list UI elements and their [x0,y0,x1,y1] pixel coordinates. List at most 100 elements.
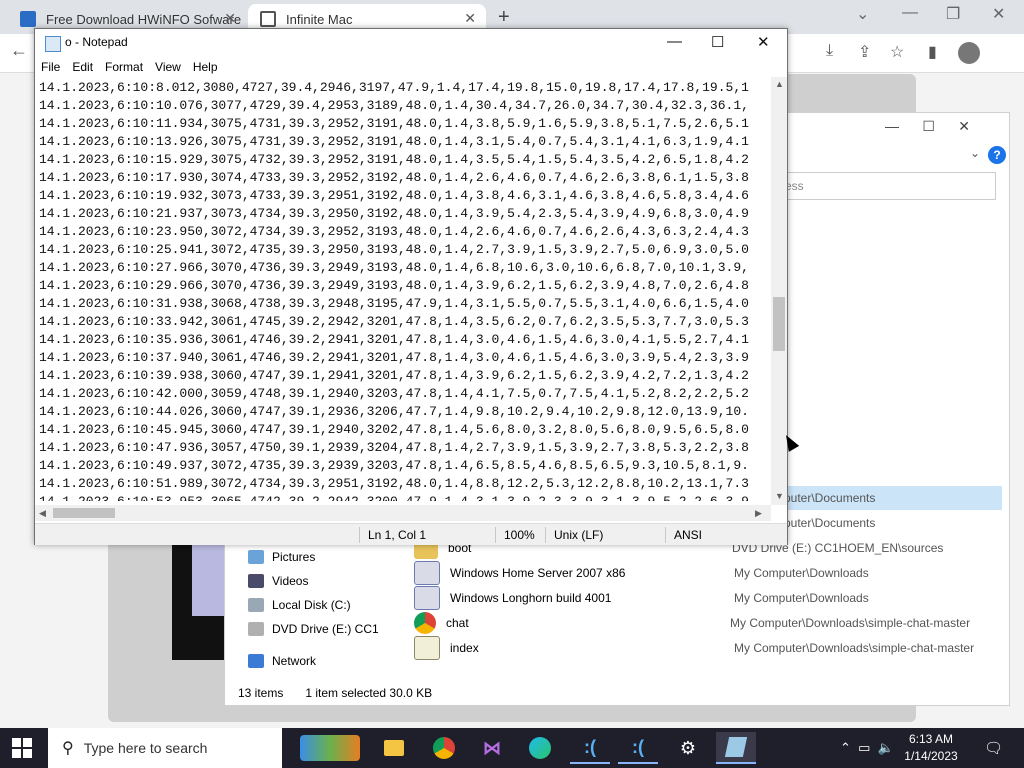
search-highlight-icon[interactable] [290,732,370,764]
text-line: 14.1.2023,6:10:44.026,3060,4747,39.1,293… [39,404,749,419]
selection-info: 1 item selected 30.0 KB [305,686,433,700]
terminal-taskbar-icon-2[interactable]: :( [618,732,658,764]
scroll-up-icon[interactable]: ▲ [775,79,784,89]
settings-gear-icon[interactable]: ⚙ [668,732,708,764]
text-line: 14.1.2023,6:10:51.989,3072,4734,39.3,295… [39,476,749,491]
ribbon-expand-icon[interactable]: ⌄ [970,146,980,160]
horizontal-scroll-thumb[interactable] [53,508,115,518]
file-row[interactable]: index My Computer\Downloads\simple-chat-… [412,636,1002,660]
notepad-app-icon [45,36,61,52]
maximize-button[interactable]: ☐ [711,33,724,51]
scroll-right-icon[interactable]: ▶ [755,508,762,519]
text-editor-area[interactable]: 14.1.2023,6:10:8.012,3080,4727,39.4,2946… [39,79,769,501]
browser-restore-button[interactable]: ❐ [946,4,960,24]
text-line: 14.1.2023,6:10:35.936,3061,4746,39.2,294… [39,332,749,347]
selected-row-location[interactable]: puter\Documents [776,486,1002,510]
back-arrow-icon[interactable]: ← [10,40,28,61]
search-placeholder: Type here to search [83,740,208,756]
chrome-taskbar-icon[interactable] [424,732,464,764]
text-line: 14.1.2023,6:10:21.937,3073,4734,39.3,295… [39,206,749,221]
item-count: 13 items [238,686,284,700]
scroll-left-icon[interactable]: ◀ [39,508,46,519]
menu-file[interactable]: File [41,60,60,74]
menu-format[interactable]: Format [105,60,143,74]
text-line: 14.1.2023,6:10:42.000,3059,4748,39.1,294… [39,386,749,401]
text-line: 14.1.2023,6:10:47.936,3057,4750,39.1,293… [39,440,749,455]
browser-close-button[interactable]: ✕ [992,4,1005,24]
menu-edit[interactable]: Edit [72,60,93,74]
tab-label: Free Download HWiNFO Sofware [46,11,242,27]
pictures-icon [248,550,264,564]
network-icon [248,654,264,668]
visual-studio-taskbar-icon[interactable]: ⋈ [472,732,512,764]
file-row[interactable]: Windows Longhorn build 4001 My Computer\… [412,586,1002,610]
menu-help[interactable]: Help [193,60,218,74]
line-ending: Unix (LF) [545,527,603,543]
iso-icon [414,586,440,610]
quick-access-pictures[interactable]: Pictures [248,546,315,568]
terminal-taskbar-icon[interactable]: :( [570,732,610,764]
text-line: 14.1.2023,6:10:27.966,3070,4736,39.3,294… [39,260,749,275]
cursor-position: Ln 1, Col 1 [359,527,426,543]
zoom-level: 100% [495,527,535,543]
quick-access-local-disk[interactable]: Local Disk (C:) [248,594,351,616]
close-button[interactable]: ✕ [757,33,770,51]
text-line: 14.1.2023,6:10:23.950,3072,4734,39.3,295… [39,224,749,239]
quick-access-videos[interactable]: Videos [248,570,308,592]
text-line: 14.1.2023,6:10:49.937,3072,4735,39.3,293… [39,458,749,473]
side-panel-icon[interactable]: ▮ [928,42,937,62]
explorer-search-input[interactable]: ess [776,172,996,200]
menu-view[interactable]: View [155,60,181,74]
text-line: 14.1.2023,6:10:39.938,3060,4747,39.1,294… [39,368,749,383]
text-line: 14.1.2023,6:10:45.945,3060,4747,39.1,294… [39,422,749,437]
close-tab-icon[interactable]: ✕ [464,10,476,27]
edge-taskbar-icon[interactable] [520,732,560,764]
menu-bar: File Edit Format View Help [35,57,787,77]
quick-access-network[interactable]: Network [248,650,316,672]
text-line: 14.1.2023,6:10:53.953,3065,4742,39.2,294… [39,493,769,501]
file-row[interactable]: Windows Home Server 2007 x86 My Computer… [412,561,1002,585]
file-explorer-taskbar-icon[interactable] [374,732,414,764]
bookmark-star-icon[interactable]: ☆ [890,42,904,62]
script-icon [414,636,440,660]
text-line: 14.1.2023,6:10:10.076,3077,4729,39.4,295… [39,98,749,113]
start-windows-icon[interactable] [12,738,32,758]
row-location: puter\Documents [784,516,876,530]
new-tab-button[interactable]: + [498,6,510,29]
profile-avatar[interactable] [958,42,980,64]
drive-icon [248,598,264,612]
clock-time: 6:13 AM [908,732,954,746]
system-tray-icons[interactable]: ⌃ ▭ 🔈 [840,740,894,756]
help-icon[interactable]: ? [988,146,1006,164]
explorer-window-controls[interactable]: — ☐ ✕ [885,118,970,135]
dvd-icon [248,622,264,636]
vertical-scroll-thumb[interactable] [773,297,785,351]
text-line: 14.1.2023,6:10:13.926,3075,4731,39.3,295… [39,134,749,149]
close-tab-icon[interactable]: ✕ [224,10,236,27]
notepad-taskbar-icon[interactable] [716,732,756,764]
taskbar-search-box[interactable]: ⚲ Type here to search [48,728,282,768]
horizontal-scrollbar[interactable]: ◀ ▶ [35,505,771,521]
notepad-window: o - Notepad — ☐ ✕ File Edit Format View … [34,28,788,545]
install-app-icon[interactable]: ⤓ [826,42,833,60]
text-line: 14.1.2023,6:10:29.966,3070,4736,39.3,294… [39,278,749,293]
scroll-down-icon[interactable]: ▼ [775,491,784,501]
share-icon[interactable]: ⇪ [858,42,871,62]
text-line: 14.1.2023,6:10:8.012,3080,4727,39.4,2946… [39,80,749,95]
text-line: 14.1.2023,6:10:11.934,3075,4731,39.3,295… [39,116,749,131]
taskbar-clock[interactable]: 6:13 AM 1/14/2023 [896,731,966,765]
notepad-title-bar[interactable]: o - Notepad — ☐ ✕ [35,29,787,57]
minimize-button[interactable]: — [667,33,682,50]
iso-icon [414,561,440,585]
quick-access-dvd-drive[interactable]: DVD Drive (E:) CC1 [248,618,379,640]
explorer-status-bar: 13 items 1 item selected 30.0 KB [224,682,1008,704]
text-line: 14.1.2023,6:10:31.938,3068,4738,39.3,294… [39,296,749,311]
file-row[interactable]: chat My Computer\Downloads\simple-chat-m… [412,611,1002,635]
text-line: 14.1.2023,6:10:37.940,3061,4746,39.2,294… [39,350,749,365]
videos-icon [248,574,264,588]
clock-date: 1/14/2023 [904,749,958,763]
notification-center-icon[interactable]: 🗨 [984,739,1003,757]
browser-minimize-button[interactable]: — [902,4,918,22]
tab-search-chevron-icon[interactable]: ⌄ [856,4,869,24]
chrome-icon [414,612,436,634]
